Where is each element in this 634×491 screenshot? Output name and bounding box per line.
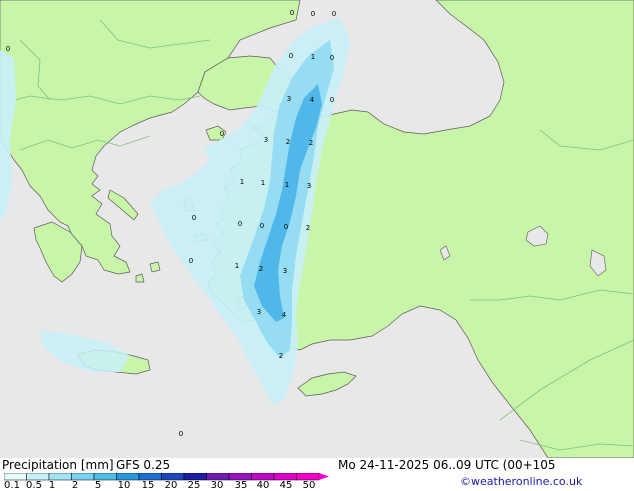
color-scale-label: 40 (256, 480, 270, 491)
color-scale-label: 2 (71, 480, 79, 491)
precip-value-label: 0 (179, 430, 183, 438)
precip-value-label: 0 (189, 257, 193, 265)
color-scale-label: 10 (117, 480, 131, 491)
precip-value-label: 3 (257, 308, 261, 316)
precip-value-label: 1 (235, 262, 239, 270)
precip-value-label: 1 (285, 181, 289, 189)
precip-value-label: 4 (282, 311, 287, 319)
precip-value-label: 1 (311, 53, 315, 61)
color-scale-label: 1 (48, 480, 56, 491)
precip-value-label: 0 (330, 54, 334, 62)
color-scale-swatch (296, 473, 320, 481)
precip-value-label: 3 (264, 136, 268, 144)
precip-value-label: 4 (310, 96, 315, 104)
precip-value-label: 0 (238, 220, 242, 228)
color-scale-swatch (228, 473, 252, 481)
color-scale-label: 0.5 (26, 480, 42, 491)
color-scale-label: 35 (234, 480, 248, 491)
precip-value-label: 0 (332, 10, 336, 18)
color-scale-swatch (251, 473, 275, 481)
color-scale-swatch (93, 473, 117, 481)
precip-value-label: 0 (289, 52, 293, 60)
color-scale-swatch (273, 473, 297, 481)
precip-value-label: 3 (287, 95, 291, 103)
color-scale-swatch (138, 473, 162, 481)
precip-value-label: 0 (284, 223, 288, 231)
color-scale-swatch (48, 473, 72, 481)
color-scale-label: 50 (302, 480, 316, 491)
naxos-land (149, 261, 161, 273)
precip-value-label: 0 (220, 130, 224, 138)
precip-value-label: 0 (260, 222, 264, 230)
precip-value-label: 0 (330, 96, 334, 104)
color-scale-swatch (183, 473, 207, 481)
precip-value-label: 2 (309, 139, 313, 147)
precip-value-label: 0 (311, 10, 315, 18)
precip-value-label: 3 (283, 267, 287, 275)
precip-value-label: 0 (290, 9, 294, 17)
precip-value-label: 2 (259, 265, 263, 273)
precip-value-label: 0 (6, 45, 10, 53)
precip-value-label: 3 (307, 182, 311, 190)
color-scale-label: 15 (141, 480, 155, 491)
color-scale-label: 30 (210, 480, 224, 491)
precip-value-label: 1 (261, 179, 265, 187)
color-scale-swatch (161, 473, 185, 481)
color-scale-swatch (4, 473, 27, 481)
color-scale-swatch (206, 473, 230, 481)
valid-time: Mo 24-11-2025 06..09 UTC (00+105 (338, 458, 556, 472)
color-scale-swatch (116, 473, 140, 481)
color-scale-label: 20 (164, 480, 178, 491)
color-scale-label: 5 (94, 480, 102, 491)
precip-value-label: 2 (279, 352, 283, 360)
color-scale-label: 0.1 (4, 480, 20, 491)
precip-value-label: 1 (240, 178, 244, 186)
precip-value-label: 0 (192, 214, 196, 222)
color-scale-label: 25 (187, 480, 201, 491)
color-scale-label: 45 (279, 480, 293, 491)
source-credit[interactable]: ©weatheronline.co.uk (460, 475, 582, 488)
footer-bar: Precipitation [mm] GFS 0.25 Mo 24-11-202… (0, 458, 634, 491)
model-name: GFS 0.25 (116, 458, 171, 472)
map-title: Precipitation [mm] (2, 458, 114, 472)
precip-value-label: 2 (306, 224, 310, 232)
precipitation-map: 0 0 0 0 0 1 0 3 4 0 0 3 2 2 1 1 1 3 0 0 0 2 0 0 1 2 3 3 4 2 0 (0, 0, 634, 458)
color-scale-swatch (71, 473, 95, 481)
color-scale-swatch (26, 473, 50, 481)
precip-value-label: 2 (286, 138, 290, 146)
color-scale-arrow (319, 473, 329, 480)
